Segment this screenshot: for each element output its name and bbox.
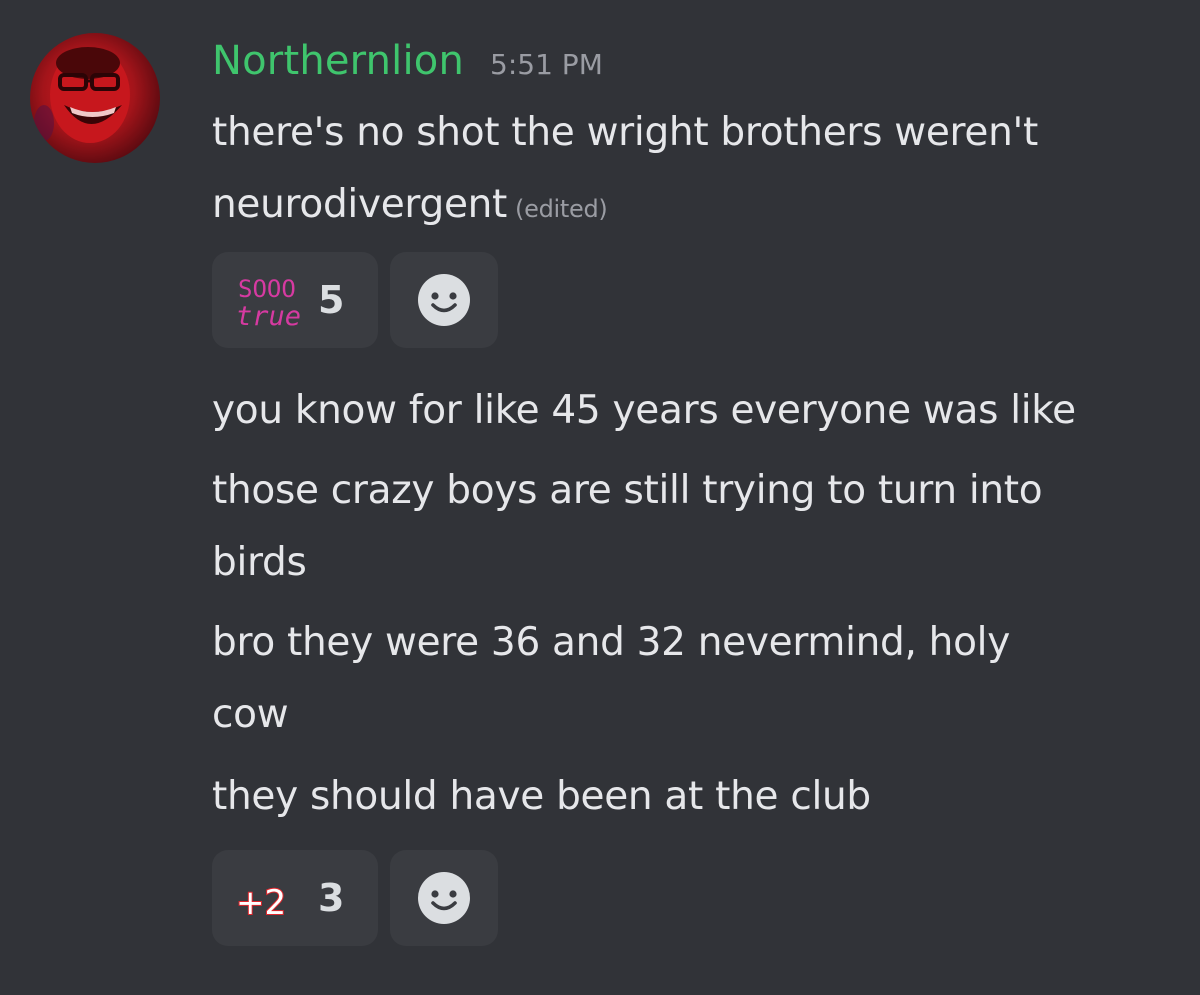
plus-two-emoji: +2 [234, 868, 300, 928]
avatar[interactable] [30, 33, 160, 163]
emoji-text-top: SOOO [238, 275, 296, 303]
add-reaction-button[interactable] [390, 252, 498, 348]
message-line: they should have been at the club [212, 774, 871, 819]
avatar-image [34, 47, 130, 143]
message-text: you know for like 45 years everyone was … [212, 388, 1076, 433]
emoji-text: +2 [236, 883, 286, 923]
message-text: they should have been at the club [212, 774, 871, 819]
reaction-sooo-true[interactable]: SOOO true 5 [212, 252, 378, 348]
username[interactable]: Northernlion [212, 38, 464, 84]
message-text: cow [212, 692, 289, 737]
message-text: birds [212, 540, 307, 585]
message-line: you know for like 45 years everyone was … [212, 388, 1076, 433]
message-text: neurodivergent [212, 182, 508, 227]
message-line: those crazy boys are still trying to tur… [212, 468, 1043, 513]
reaction-count: 5 [318, 278, 345, 322]
message-line: bro they were 36 and 32 nevermind, holy [212, 620, 1010, 665]
reaction-count: 3 [318, 876, 345, 920]
edited-indicator[interactable]: (edited) [515, 195, 608, 223]
message-line: birds [212, 540, 307, 585]
smile-icon [418, 872, 470, 924]
message-line: there's no shot the wright brothers were… [212, 110, 1038, 155]
smile-icon [418, 274, 470, 326]
sooo-true-emoji: SOOO true [234, 265, 300, 335]
message-text: bro they were 36 and 32 nevermind, holy [212, 620, 1010, 665]
message-header: Northernlion 5:51 PM [212, 38, 603, 94]
reaction-plus-two[interactable]: +2 3 [212, 850, 378, 946]
add-reaction-button[interactable] [390, 850, 498, 946]
message-text: those crazy boys are still trying to tur… [212, 468, 1043, 513]
message-text: there's no shot the wright brothers were… [212, 110, 1038, 155]
message-line: cow [212, 692, 289, 737]
emoji-text-bottom: true [236, 301, 300, 332]
message-line: neurodivergent (edited) [212, 182, 608, 227]
timestamp[interactable]: 5:51 PM [490, 48, 603, 81]
